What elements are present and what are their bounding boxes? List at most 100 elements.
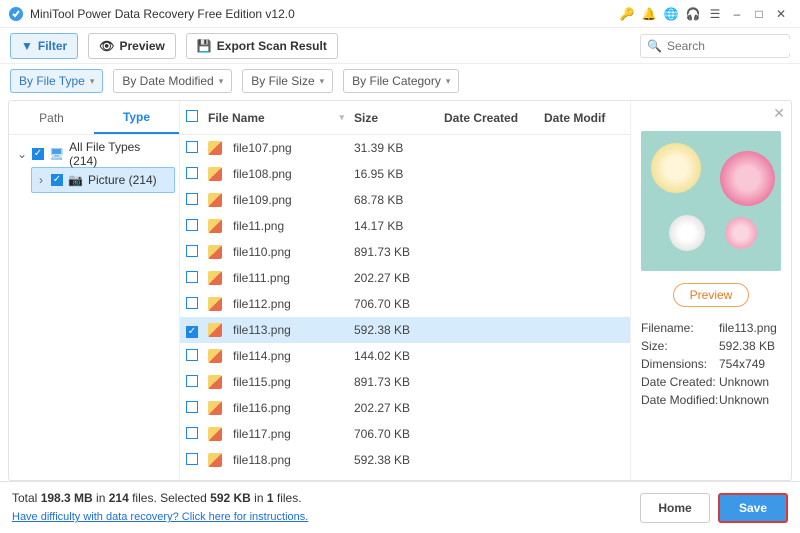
filter-date[interactable]: By Date Modified▾ [113,69,232,93]
meta-value: 754x749 [719,357,765,371]
filter-type[interactable]: By File Type▾ [10,69,103,93]
row-checkbox[interactable] [186,427,198,439]
row-checkbox[interactable] [186,375,198,387]
meta-value: 592.38 KB [719,339,775,353]
table-row[interactable]: file109.png68.78 KB [180,187,630,213]
file-name: file115.png [233,375,291,389]
key-icon[interactable]: 🔑 [616,3,638,25]
globe-icon[interactable]: 🌐 [660,3,682,25]
file-icon [208,219,222,233]
checkbox[interactable]: ✓ [51,174,63,186]
filter-size[interactable]: By File Size▾ [242,69,333,93]
meta-value: file113.png [719,321,777,335]
collapse-icon[interactable]: ⌄ [17,147,27,161]
table-row[interactable]: file11.png14.17 KB [180,213,630,239]
meta-key: Size: [641,339,719,353]
row-checkbox[interactable] [186,453,198,465]
row-checkbox[interactable] [186,193,198,205]
menu-icon[interactable]: ☰ [704,3,726,25]
col-date-modified[interactable]: Date Modif [544,111,624,125]
meta-key: Date Modified: [641,393,719,407]
row-checkbox[interactable] [186,297,198,309]
select-all-checkbox[interactable] [186,110,198,122]
tree-root[interactable]: ⌄ ✓ 🖥 All File Types (214) [13,141,175,167]
table-row[interactable]: file110.png891.73 KB [180,239,630,265]
tab-type[interactable]: Type [94,101,179,134]
export-button[interactable]: 💾Export Scan Result [186,33,338,59]
row-checkbox[interactable] [186,401,198,413]
minimize-icon[interactable]: – [726,3,748,25]
close-icon[interactable]: ✕ [770,3,792,25]
col-name[interactable]: File Name [208,111,265,125]
sort-icon[interactable]: ▾ [339,112,344,123]
main-panel: Path Type ⌄ ✓ 🖥 All File Types (214) › ✓… [8,100,792,481]
file-size: 706.70 KB [354,297,444,311]
tab-path[interactable]: Path [9,101,94,134]
file-icon [208,349,222,363]
file-name: file113.png [233,323,291,337]
status-bar: Total 198.3 MB in 214 files. Selected 59… [0,481,800,533]
row-checkbox[interactable] [186,271,198,283]
funnel-icon: ▼ [21,39,33,53]
row-checkbox[interactable] [186,167,198,179]
row-checkbox[interactable] [186,245,198,257]
filter-category[interactable]: By File Category▾ [343,69,459,93]
bell-icon[interactable]: 🔔 [638,3,660,25]
row-checkbox[interactable] [186,349,198,361]
meta-value: Unknown [719,375,769,389]
file-name: file110.png [233,245,291,259]
file-size: 14.17 KB [354,219,444,233]
table-row[interactable]: file117.png 706.70 KB [180,421,630,447]
help-link[interactable]: Have difficulty with data recovery? Clic… [12,511,308,523]
headset-icon[interactable]: 🎧 [682,3,704,25]
maximize-icon[interactable]: □ [748,3,770,25]
table-row[interactable]: file116.png202.27 KB [180,395,630,421]
chevron-down-icon: ▾ [446,76,451,87]
app-logo-icon [8,6,24,22]
file-size: 16.95 KB [354,167,444,181]
search-icon: 🔍 [647,39,662,53]
table-row[interactable]: file108.png16.95 KB [180,161,630,187]
table-row[interactable]: ✓ file113.png 592.38 KB [180,317,630,343]
file-rows[interactable]: file107.png31.39 KBfile108.png16.95 KBfi… [180,135,630,480]
file-size: 144.02 KB [354,349,444,363]
file-icon [208,323,222,337]
save-button[interactable]: Save [718,493,788,523]
expand-icon[interactable]: › [36,173,46,187]
preview-button[interactable]: 👁Preview [88,33,176,59]
search-box[interactable]: 🔍 [640,34,790,58]
meta-key: Date Created: [641,375,719,389]
file-icon [208,297,222,311]
table-row[interactable]: file107.png31.39 KB [180,135,630,161]
file-name: file117.png [233,427,291,441]
home-button[interactable]: Home [640,493,710,523]
checkbox[interactable]: ✓ [32,148,44,160]
file-size: 68.78 KB [354,193,444,207]
file-icon [208,427,222,441]
file-list-header: File Name ▾ Size Date Created Date Modif [180,101,630,135]
preview-open-button[interactable]: Preview [673,283,750,307]
table-row[interactable]: file112.png706.70 KB [180,291,630,317]
col-size[interactable]: Size [354,111,444,125]
col-date-created[interactable]: Date Created [444,111,544,125]
table-row[interactable]: file111.png202.27 KB [180,265,630,291]
table-row[interactable]: file115.png891.73 KB [180,369,630,395]
chevron-down-icon: ▾ [90,76,95,87]
row-checkbox[interactable]: ✓ [186,326,198,338]
search-input[interactable] [667,39,800,53]
file-name: file107.png [233,141,292,155]
file-icon [208,271,222,285]
file-icon [208,193,222,207]
close-preview-icon[interactable]: ✕ [773,105,785,122]
table-row[interactable]: file114.png144.02 KB [180,343,630,369]
status-info: Total 198.3 MB in 214 files. Selected 59… [12,489,632,526]
file-size: 592.38 KB [354,323,444,337]
row-checkbox[interactable] [186,141,198,153]
tree-picture[interactable]: › ✓ 📷 Picture (214) [31,167,175,193]
row-checkbox[interactable] [186,219,198,231]
file-size: 706.70 KB [354,427,444,441]
picture-icon: 📷 [68,173,83,187]
file-icon [208,141,222,155]
table-row[interactable]: file118.png592.38 KB [180,447,630,473]
filter-button[interactable]: ▼Filter [10,33,78,59]
